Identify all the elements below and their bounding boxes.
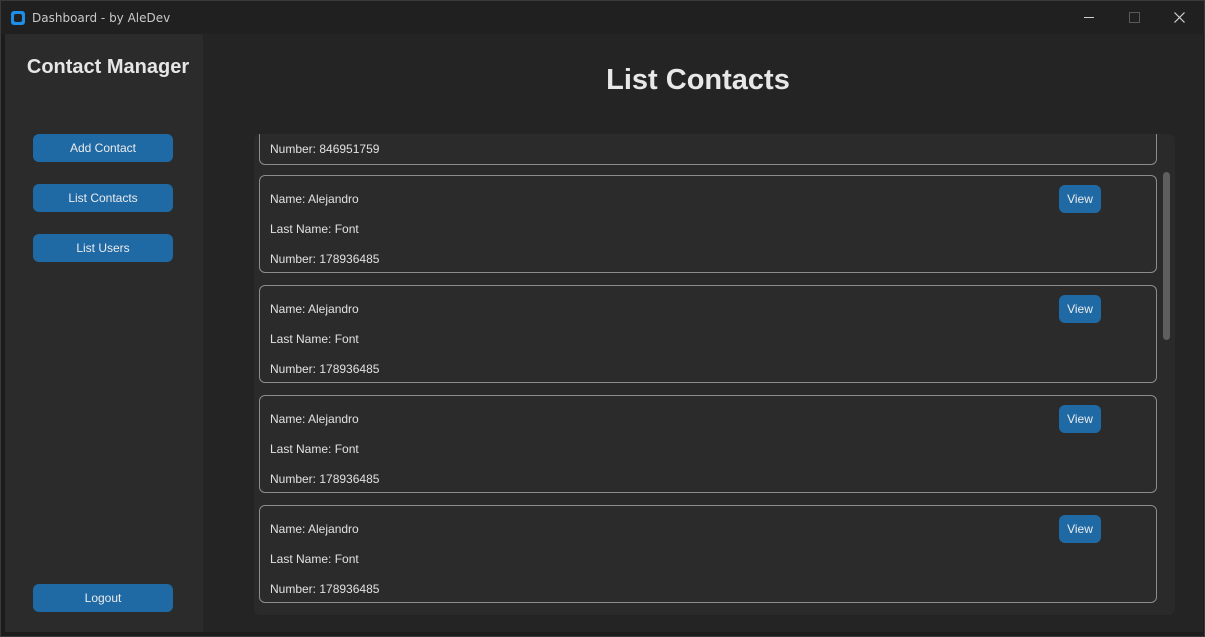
contact-last-name: Last Name: Font — [270, 332, 359, 346]
view-contact-button[interactable]: View — [1059, 515, 1101, 543]
contact-number: Number: 178936485 — [270, 362, 380, 376]
app-logo-icon — [11, 11, 25, 25]
contact-card: Name: Alejandro Last Name: Font Number: … — [259, 395, 1157, 493]
contact-last-name: Last Name: Font — [270, 222, 359, 236]
contact-number: Number: 178936485 — [270, 252, 380, 266]
contact-last-name: Last Name: Font — [270, 552, 359, 566]
sidebar-title: Contact Manager — [26, 56, 190, 78]
maximize-button[interactable] — [1111, 1, 1157, 34]
contact-name: Name: Alejandro — [270, 412, 359, 426]
contact-card: Name: Alejandro Last Name: Font Number: … — [259, 175, 1157, 273]
contact-number: Number: 178936485 — [270, 472, 380, 486]
close-button[interactable] — [1156, 1, 1202, 34]
minimize-icon — [1084, 17, 1094, 18]
contact-number: Number: 178936485 — [270, 582, 380, 596]
contact-number: Number: 846951759 — [270, 142, 380, 156]
view-contact-button[interactable]: View — [1059, 185, 1101, 213]
maximize-icon — [1129, 12, 1140, 23]
contact-card: Name: Alejandro Last Name: Font Number: … — [259, 285, 1157, 383]
main-content: List Contacts Number: 846951759 Name: Al… — [203, 34, 1203, 632]
close-icon — [1174, 12, 1185, 23]
list-contacts-button[interactable]: List Contacts — [33, 184, 173, 212]
list-users-button[interactable]: List Users — [33, 234, 173, 262]
contact-last-name: Last Name: Font — [270, 442, 359, 456]
view-contact-button[interactable]: View — [1059, 405, 1101, 433]
logout-button[interactable]: Logout — [33, 584, 173, 612]
page-title: List Contacts — [606, 64, 790, 96]
window-title: Dashboard - by AleDev — [32, 11, 171, 25]
contact-name: Name: Alejandro — [270, 302, 359, 316]
contact-card: Number: 846951759 — [259, 134, 1157, 165]
contact-name: Name: Alejandro — [270, 192, 359, 206]
scrollbar-thumb[interactable] — [1163, 172, 1170, 340]
title-bar: Dashboard - by AleDev — [1, 1, 1204, 34]
sidebar: Contact Manager Add Contact List Contact… — [5, 34, 203, 632]
contact-card: Name: Alejandro Last Name: Font Number: … — [259, 505, 1157, 603]
add-contact-button[interactable]: Add Contact — [33, 134, 173, 162]
minimize-button[interactable] — [1066, 1, 1112, 34]
view-contact-button[interactable]: View — [1059, 295, 1101, 323]
contacts-scroll-list[interactable]: Number: 846951759 Name: Alejandro Last N… — [254, 134, 1175, 615]
contact-name: Name: Alejandro — [270, 522, 359, 536]
app-window: Dashboard - by AleDev Contact Manager Ad… — [0, 0, 1205, 637]
